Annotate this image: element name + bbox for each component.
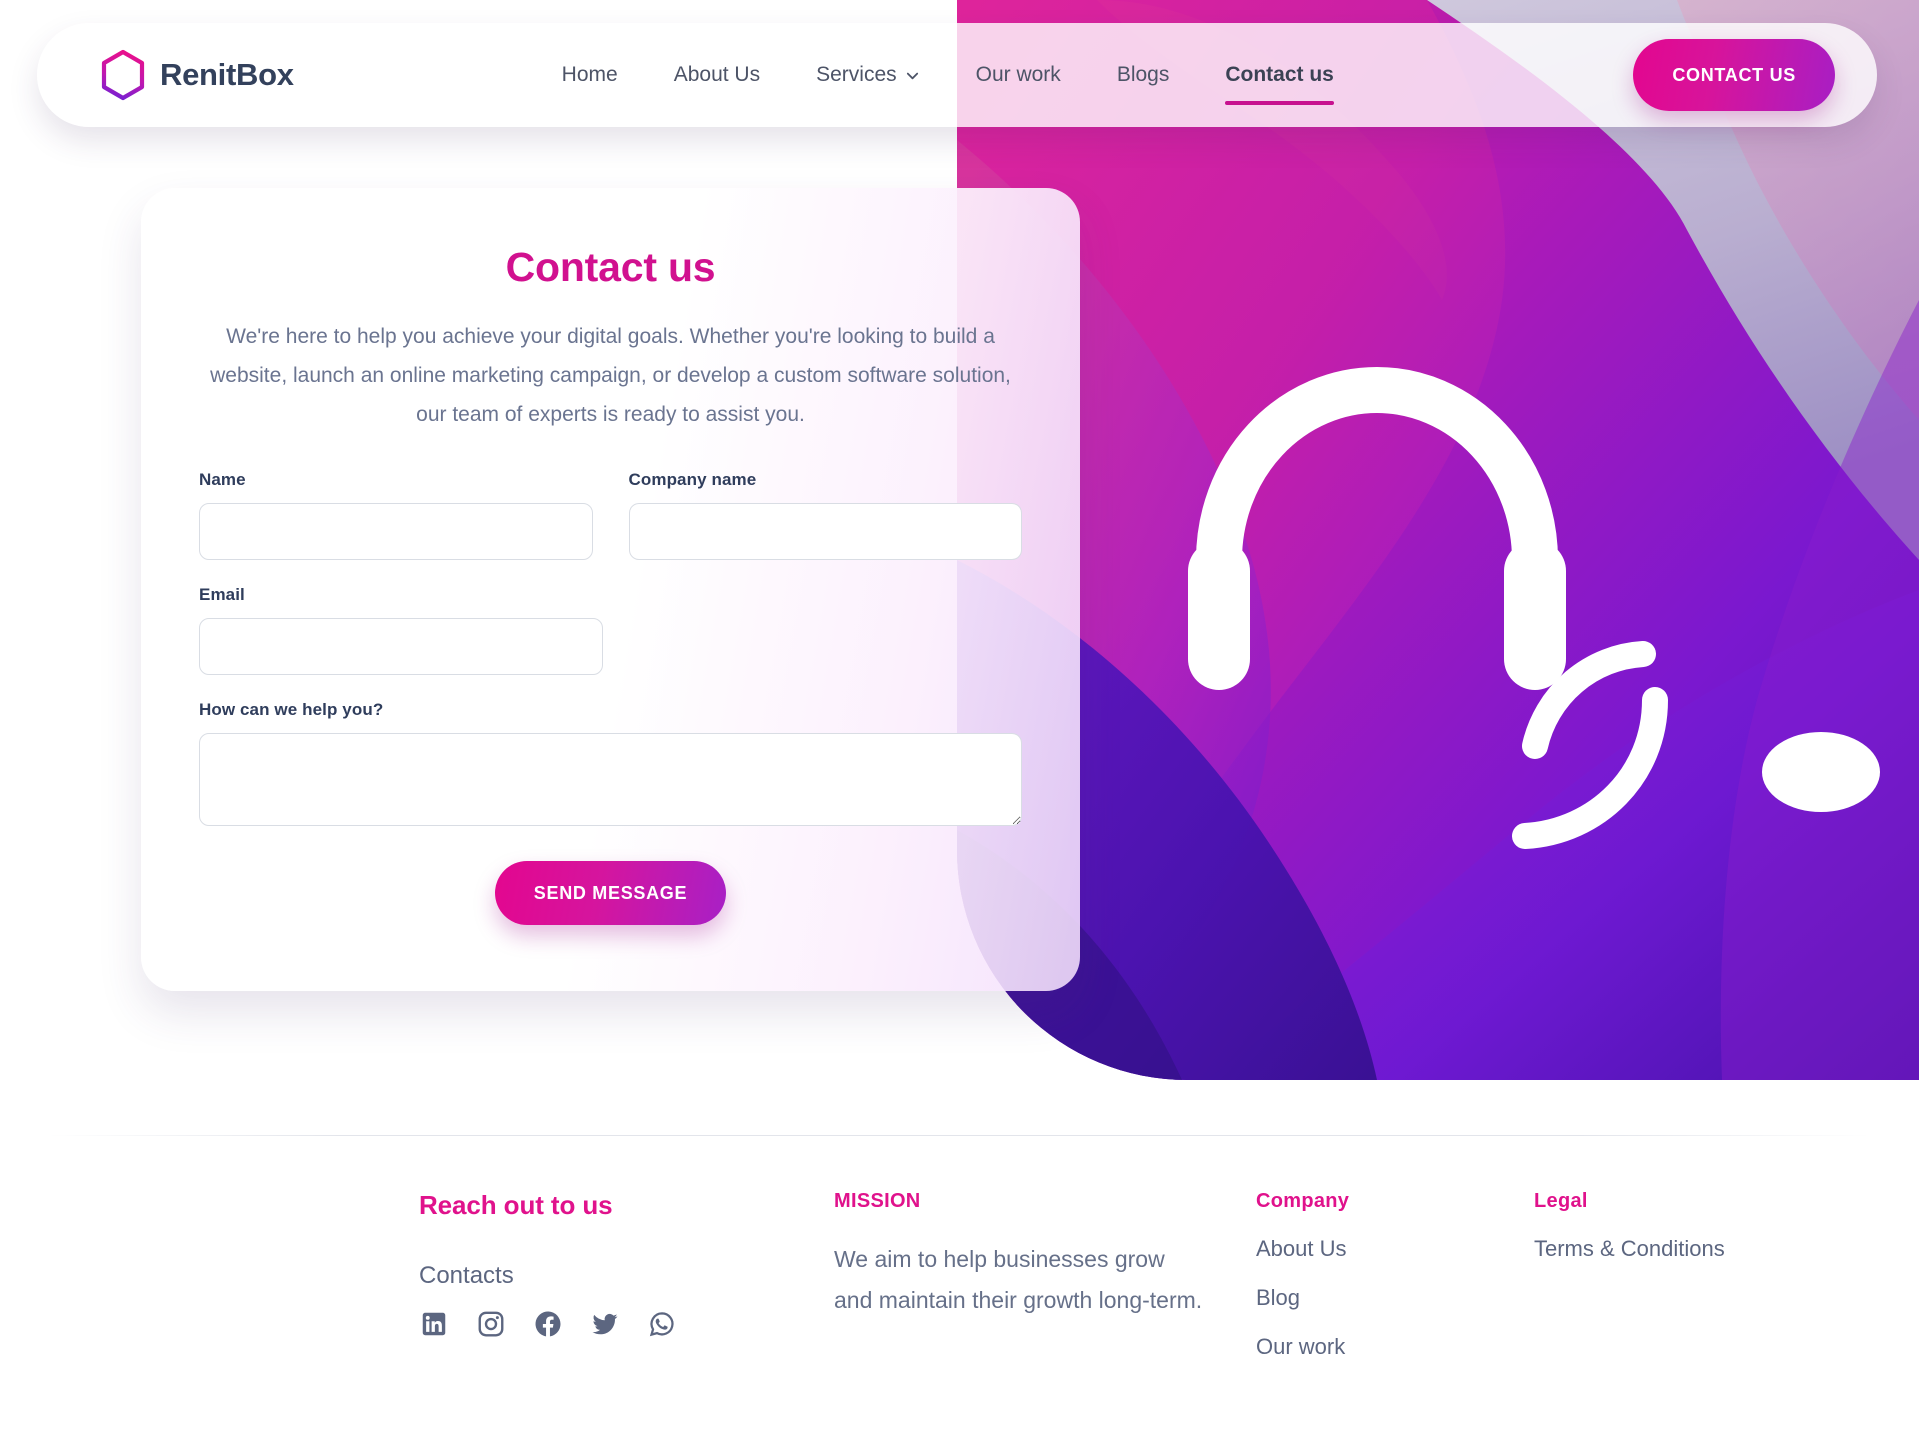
name-input[interactable] <box>199 503 593 560</box>
footer-column-mission: MISSION We aim to help businesses grow a… <box>834 1190 1204 1321</box>
nav-links: Home About Us Services Our work Blogs Co… <box>534 58 1362 105</box>
nav-item-home[interactable]: Home <box>534 58 646 92</box>
nav-item-contact-us[interactable]: Contact us <box>1197 58 1362 105</box>
mission-text: We aim to help businesses grow and maint… <box>834 1246 1203 1313</box>
footer-column-legal: Legal Terms & Conditions <box>1534 1190 1834 1262</box>
field-name: Name <box>199 470 593 560</box>
contacts-label: Contacts <box>419 1262 514 1289</box>
chevron-down-icon <box>906 72 918 79</box>
form-row-name-company: Name Company name <box>199 470 1022 560</box>
form-row-message: How can we help you? <box>199 700 1022 826</box>
nav-item-blogs[interactable]: Blogs <box>1089 58 1198 92</box>
nav-item-our-work[interactable]: Our work <box>948 58 1089 92</box>
message-label: How can we help you? <box>199 700 384 719</box>
site-footer: Reach out to us Contacts MISSION We aim … <box>0 1190 1919 1439</box>
reach-out-heading: Reach out to us <box>419 1190 613 1220</box>
field-company: Company name <box>628 470 1022 560</box>
footer-divider <box>48 1135 1871 1136</box>
name-label: Name <box>199 470 246 489</box>
footer-link-about-us[interactable]: About Us <box>1256 1236 1486 1262</box>
mission-heading: MISSION <box>834 1190 921 1212</box>
twitter-icon[interactable] <box>590 1309 620 1339</box>
message-textarea[interactable] <box>199 733 1022 826</box>
top-navbar: RenitBox Home About Us Services Our work… <box>37 23 1877 127</box>
customer-support-headset-illustration <box>957 0 1919 1080</box>
nav-item-about-us[interactable]: About Us <box>646 58 788 92</box>
contact-subtitle: We're here to help you achieve your digi… <box>210 325 1011 426</box>
instagram-icon[interactable] <box>476 1309 506 1339</box>
footer-link-terms-and-conditions[interactable]: Terms & Conditions <box>1534 1236 1834 1262</box>
company-name-label: Company name <box>628 470 757 489</box>
email-label: Email <box>199 585 245 604</box>
company-name-input[interactable] <box>628 503 1022 560</box>
page-root: RenitBox Home About Us Services Our work… <box>0 0 1919 1439</box>
facebook-icon[interactable] <box>533 1309 563 1339</box>
hero-image <box>957 0 1919 1080</box>
nav-item-services-label: Services <box>816 63 897 86</box>
company-heading: Company <box>1256 1190 1350 1212</box>
legal-heading: Legal <box>1534 1190 1588 1212</box>
field-message: How can we help you? <box>199 700 1022 826</box>
whatsapp-icon[interactable] <box>647 1309 677 1339</box>
brand-logo[interactable]: RenitBox <box>99 49 294 101</box>
hexagon-logo-icon <box>101 49 145 101</box>
email-input[interactable] <box>199 618 603 675</box>
navbar-contact-us-button[interactable]: CONTACT US <box>1633 39 1835 111</box>
form-row-email: Email <box>199 585 1022 675</box>
contact-form: Name Company name Email How can we help … <box>199 470 1022 925</box>
send-message-row: SEND MESSAGE <box>199 861 1022 925</box>
nav-item-services[interactable]: Services <box>788 58 948 92</box>
footer-column-company: Company About Us Blog Our work <box>1256 1190 1486 1360</box>
send-message-button[interactable]: SEND MESSAGE <box>494 861 727 925</box>
footer-column-reach-out: Reach out to us Contacts <box>419 1190 719 1339</box>
brand-name: RenitBox <box>160 57 294 92</box>
linkedin-icon[interactable] <box>419 1309 449 1339</box>
field-email: Email <box>199 585 603 675</box>
social-links <box>419 1309 719 1339</box>
contact-form-card: Contact us We're here to help you achiev… <box>141 188 1080 991</box>
footer-link-our-work[interactable]: Our work <box>1256 1334 1486 1360</box>
footer-link-blog[interactable]: Blog <box>1256 1285 1486 1311</box>
contact-title: Contact us <box>505 244 716 290</box>
